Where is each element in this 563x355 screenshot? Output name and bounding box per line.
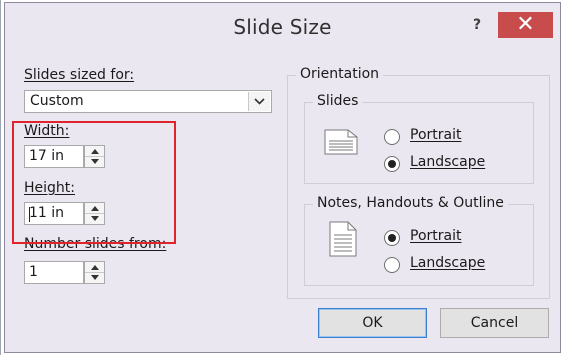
background-edge <box>0 0 1 355</box>
cancel-button[interactable]: Cancel <box>440 308 549 338</box>
slides-orientation-label: Slides <box>313 93 363 109</box>
slides-sized-for-label: Slides sized for: <box>24 67 135 83</box>
notes-landscape-radio[interactable] <box>384 257 400 273</box>
radio-selected-dot <box>388 160 396 168</box>
slides-sized-for-select[interactable]: Custom <box>24 90 272 113</box>
notes-portrait-label[interactable]: Portrait <box>410 228 461 244</box>
spin-down-icon[interactable] <box>85 272 104 282</box>
notes-portrait-radio[interactable] <box>384 230 400 246</box>
number-slides-from-spinner[interactable]: 1 <box>24 261 105 284</box>
notes-orientation-label: Notes, Handouts & Outline <box>313 195 508 211</box>
ok-button[interactable]: OK <box>318 308 427 338</box>
slides-landscape-label[interactable]: Landscape <box>410 154 485 170</box>
number-slides-from-spin-buttons <box>84 261 105 284</box>
help-icon[interactable]: ? <box>467 15 487 37</box>
slide-size-dialog: Slide Size ? ✕ Slides sized for: Custom … <box>4 2 561 353</box>
notes-landscape-label[interactable]: Landscape <box>410 255 485 271</box>
slides-portrait-label[interactable]: Portrait <box>410 127 461 143</box>
slides-sized-for-value: Custom <box>30 93 84 109</box>
portrait-page-icon <box>329 221 357 261</box>
number-slides-from-input[interactable]: 1 <box>24 261 84 284</box>
slides-portrait-radio[interactable] <box>384 129 400 145</box>
radio-selected-dot <box>388 234 396 242</box>
orientation-label: Orientation <box>296 66 384 82</box>
slides-landscape-radio[interactable] <box>384 156 400 172</box>
title-bar: Slide Size ? ✕ <box>5 3 560 51</box>
close-icon[interactable]: ✕ <box>498 12 553 38</box>
landscape-page-icon <box>324 129 358 159</box>
highlight-annotation-box <box>12 121 176 244</box>
dropdown-arrow-icon[interactable] <box>248 92 270 111</box>
number-slides-from-value: 1 <box>29 264 38 280</box>
